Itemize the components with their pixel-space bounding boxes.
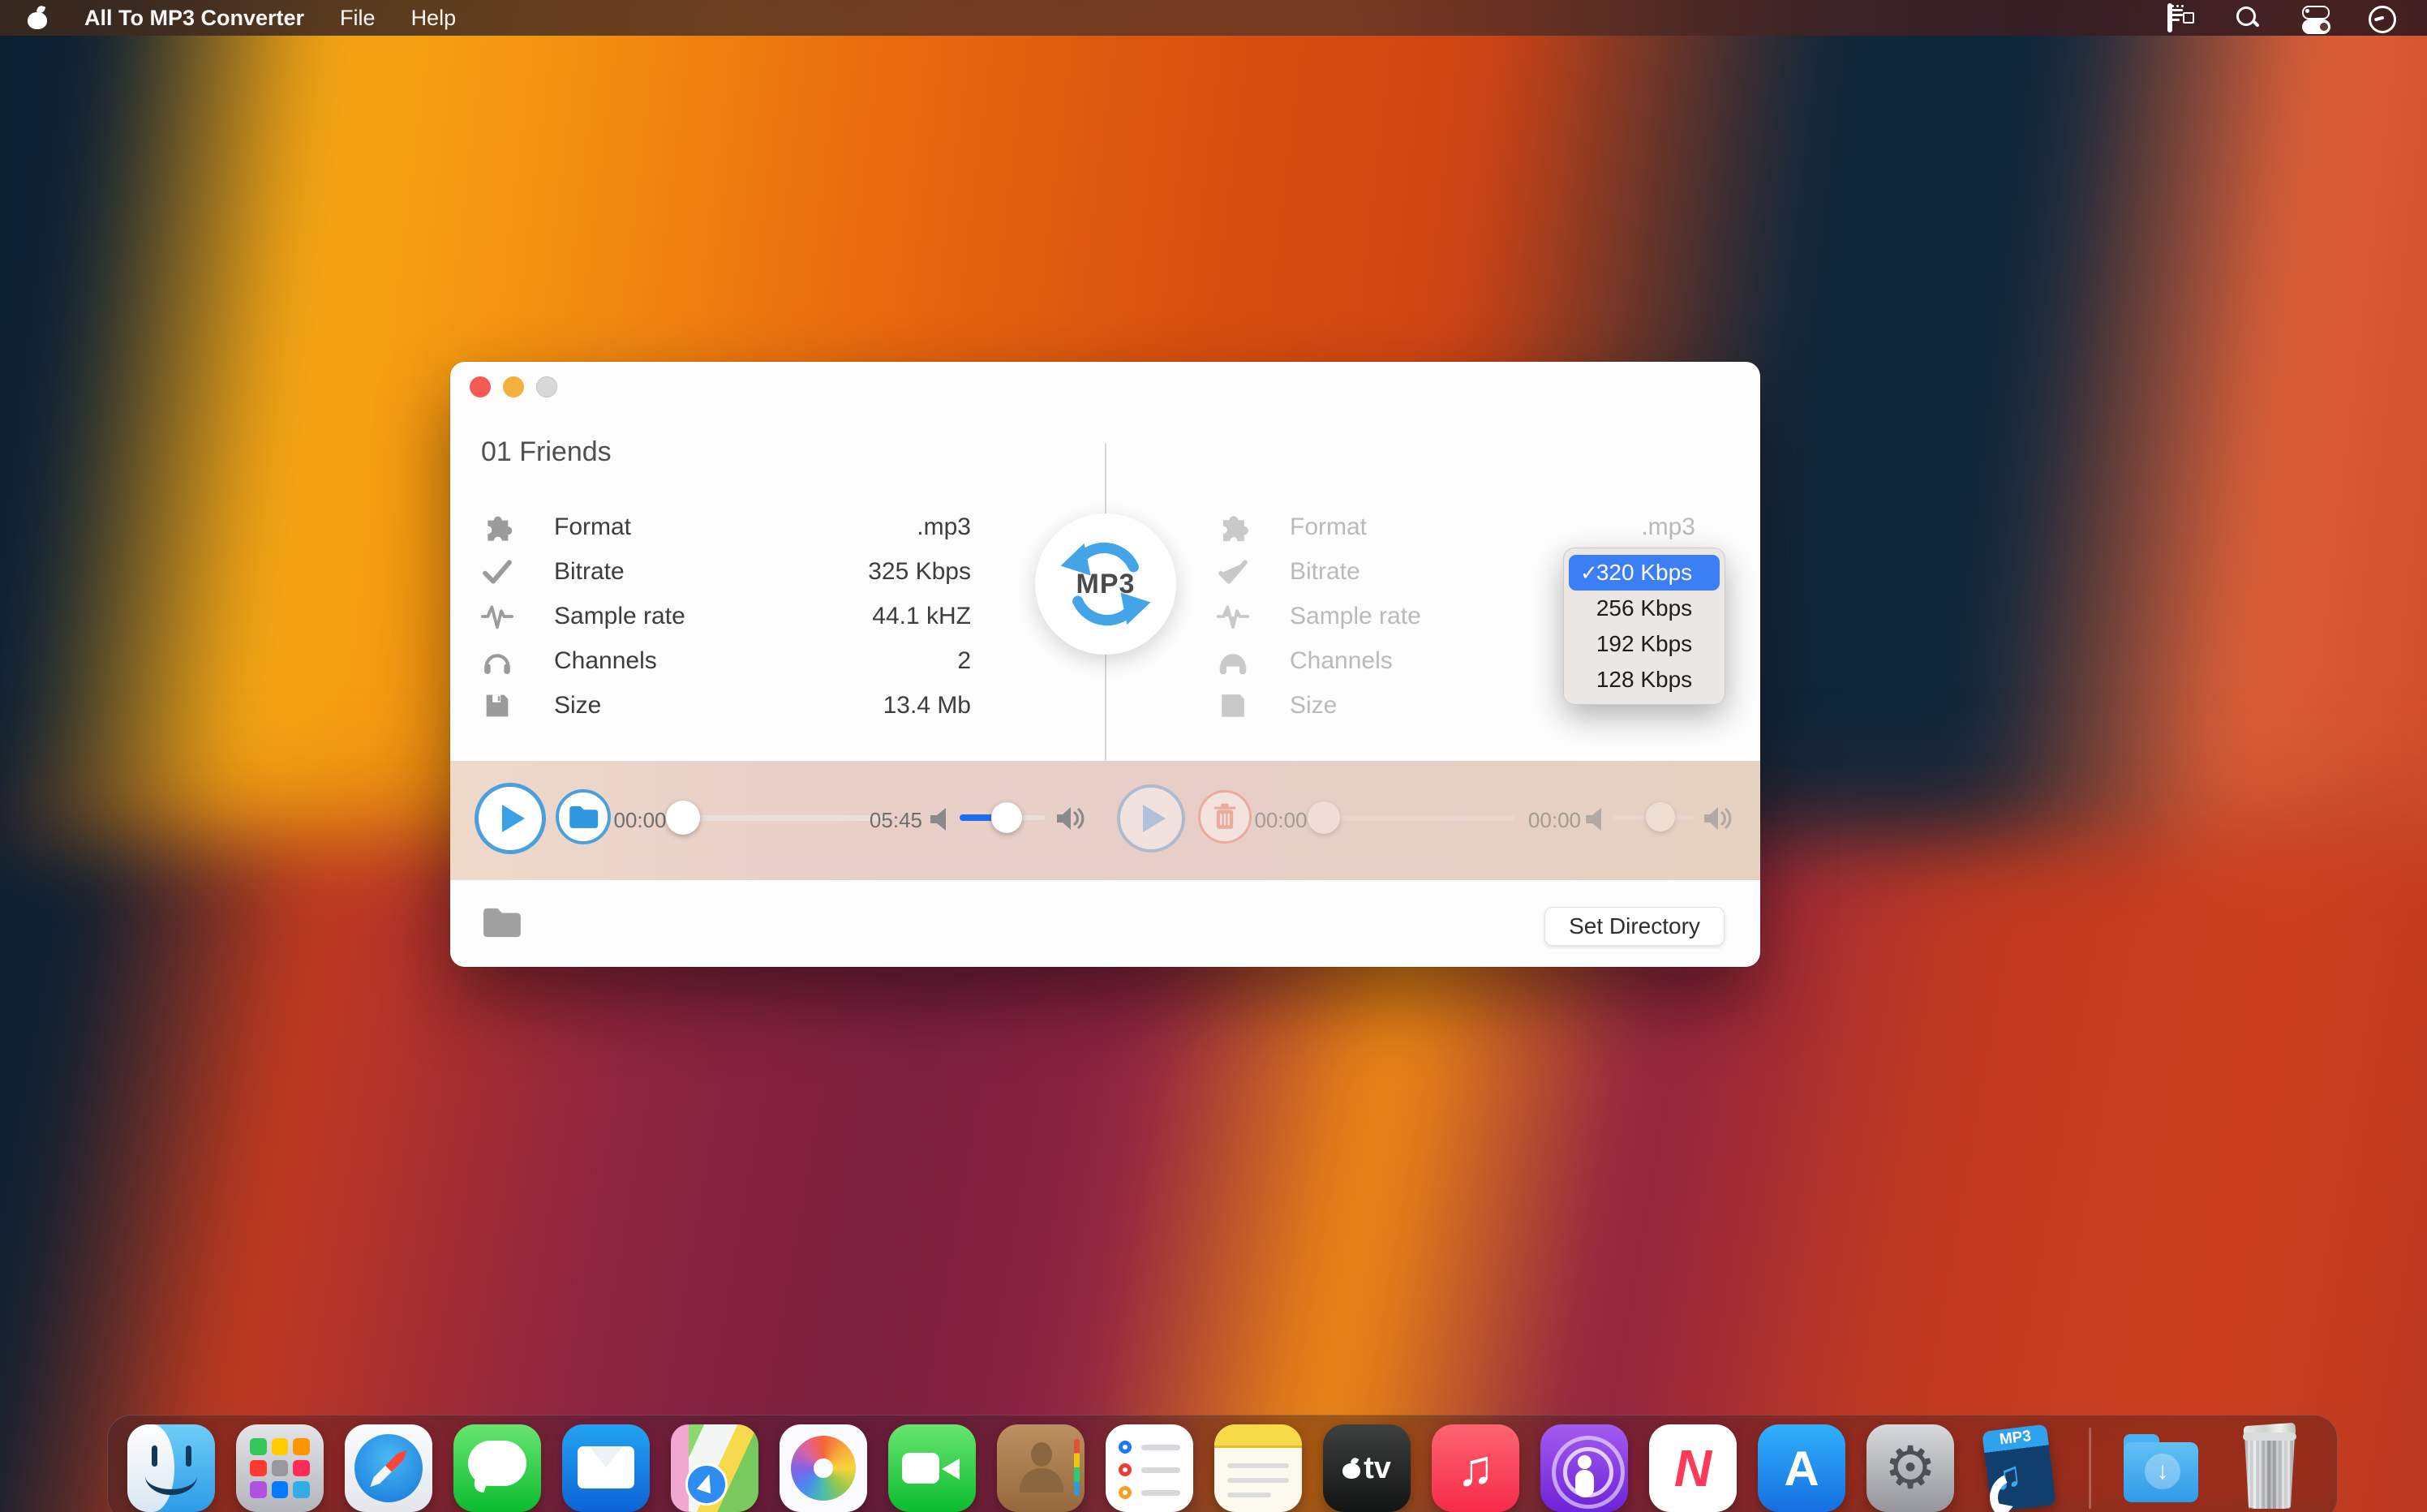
mp3-doc-label: MP3 xyxy=(1982,1425,2048,1451)
output-folder-icon[interactable] xyxy=(481,905,522,943)
dock-mp3-converter-icon[interactable]: MP3♫ xyxy=(1975,1424,2063,1512)
control-center-icon[interactable] xyxy=(2300,6,2331,30)
dock-finder-icon[interactable] xyxy=(127,1424,215,1512)
trash-icon xyxy=(1212,802,1238,831)
keyboard-window-icon[interactable] xyxy=(2167,6,2198,30)
bitrate-option-192[interactable]: 192 Kbps xyxy=(1569,626,1720,662)
bitrate-option-128[interactable]: 128 Kbps xyxy=(1569,662,1720,698)
dock-downloads-icon[interactable]: ↓ xyxy=(2117,1424,2205,1512)
gear-icon: ⚙ xyxy=(1884,1439,1937,1497)
delete-button[interactable] xyxy=(1198,790,1252,844)
target-play-button[interactable] xyxy=(1117,784,1185,853)
apple-menu-icon[interactable] xyxy=(28,6,47,29)
dock-music-icon[interactable]: ♫ xyxy=(1432,1424,1519,1512)
target-volume-thumb[interactable] xyxy=(1646,802,1675,831)
dock-launchpad-icon[interactable] xyxy=(236,1424,324,1512)
dock-contacts-icon[interactable] xyxy=(997,1424,1085,1512)
download-arrow-icon: ↓ xyxy=(2157,1458,2169,1485)
menu-item-file[interactable]: File xyxy=(340,6,376,31)
dock-news-icon[interactable]: N xyxy=(1649,1424,1737,1512)
dock-appstore-icon[interactable]: A xyxy=(1758,1424,1845,1512)
menu-app-name[interactable]: All To MP3 Converter xyxy=(84,6,304,31)
dock-safari-icon[interactable] xyxy=(345,1424,432,1512)
appstore-letter-glyph: A xyxy=(1784,1441,1819,1497)
play-icon xyxy=(1143,805,1166,832)
menu-bar: All To MP3 Converter File Help xyxy=(0,0,2427,36)
desktop: All To MP3 Converter File Help 01 Friend… xyxy=(0,0,2427,1512)
menu-item-help[interactable]: Help xyxy=(411,6,457,31)
dock-trash-icon[interactable] xyxy=(2226,1424,2313,1512)
target-progress-track[interactable] xyxy=(1324,815,1514,821)
dock-notes-icon[interactable] xyxy=(1214,1424,1302,1512)
bitrate-option-320[interactable]: ✓ 320 Kbps xyxy=(1569,555,1720,591)
bitrate-option-label: 128 Kbps xyxy=(1596,667,1692,692)
dock-mail-icon[interactable] xyxy=(562,1424,650,1512)
dock-divider xyxy=(2089,1428,2091,1509)
bitrate-option-label: 256 Kbps xyxy=(1596,595,1692,621)
search-icon[interactable] xyxy=(2234,6,2265,30)
checkmark-icon: ✓ xyxy=(1580,555,1598,591)
volume-high-icon xyxy=(1704,805,1733,832)
bitrate-option-256[interactable]: 256 Kbps xyxy=(1569,591,1720,626)
dock-messages-icon[interactable] xyxy=(453,1424,541,1512)
news-letter-glyph: N xyxy=(1674,1438,1712,1498)
dock-settings-icon[interactable]: ⚙ xyxy=(1866,1424,1954,1512)
clock-icon[interactable] xyxy=(2367,6,2398,30)
dock: tv ♫ N A ⚙ MP3♫ ↓ xyxy=(107,1415,2338,1512)
target-elapsed-time: 00:00 xyxy=(1252,808,1310,833)
target-duration: 00:00 xyxy=(1527,808,1581,833)
target-progress-thumb[interactable] xyxy=(1308,801,1340,834)
bitrate-dropdown-menu: ✓ 320 Kbps 256 Kbps 192 Kbps 128 Kbps xyxy=(1563,548,1725,705)
bitrate-option-label: 320 Kbps xyxy=(1596,560,1692,585)
dock-podcasts-icon[interactable] xyxy=(1540,1424,1628,1512)
dock-appletv-icon[interactable]: tv xyxy=(1323,1424,1411,1512)
set-directory-button[interactable]: Set Directory xyxy=(1544,907,1725,946)
tv-label: tv xyxy=(1364,1451,1391,1486)
bitrate-option-label: 192 Kbps xyxy=(1596,631,1692,656)
set-directory-label: Set Directory xyxy=(1569,913,1700,939)
app-window: 01 Friends Format .mp3 Bitrate 325 Kbps … xyxy=(450,362,1760,967)
music-note-glyph: ♫ xyxy=(1457,1440,1495,1497)
volume-low-icon xyxy=(1586,807,1607,831)
dock-photos-icon[interactable] xyxy=(780,1424,867,1512)
dock-facetime-icon[interactable] xyxy=(888,1424,976,1512)
dock-reminders-icon[interactable] xyxy=(1106,1424,1193,1512)
dock-maps-icon[interactable] xyxy=(671,1424,758,1512)
